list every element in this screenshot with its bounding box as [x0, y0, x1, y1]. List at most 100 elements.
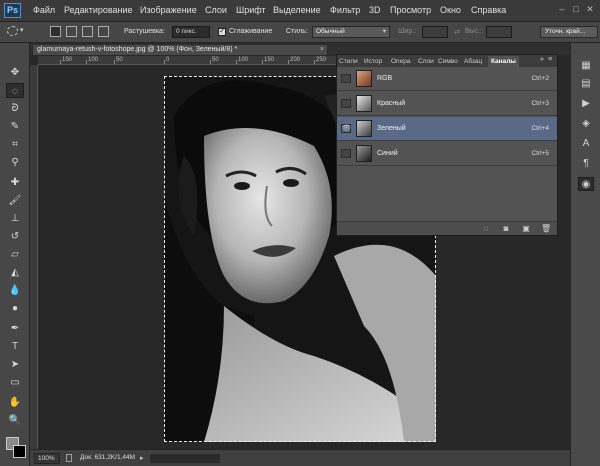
new-selection-icon[interactable]: [50, 26, 61, 37]
refine-edge-button[interactable]: Уточн. край...: [540, 26, 598, 38]
feather-label: Растушевка:: [124, 28, 165, 35]
close-icon[interactable]: ✕: [585, 4, 595, 14]
ruler-tick: [114, 60, 115, 64]
tool-preset-picker[interactable]: ▾: [6, 26, 28, 38]
paint-bucket-tool-icon[interactable]: ◭: [6, 265, 24, 280]
tab-history[interactable]: Истор: [364, 56, 382, 67]
status-menu-arrow-icon[interactable]: ▸: [140, 454, 144, 462]
minimize-icon[interactable]: –: [557, 4, 567, 14]
menu-file[interactable]: Файл: [33, 5, 55, 15]
history-brush-tool-icon[interactable]: ↺: [6, 229, 24, 244]
document-info-icon: [66, 454, 72, 462]
subtract-selection-icon[interactable]: [82, 26, 93, 37]
rectangle-tool-icon[interactable]: ▭: [6, 375, 24, 390]
tab-actions[interactable]: Опера: [391, 56, 410, 67]
trash-icon[interactable]: 🗑: [541, 224, 551, 234]
height-input[interactable]: [486, 26, 512, 38]
ruler-label: 100: [88, 57, 99, 63]
style-label: Стиль:: [286, 28, 308, 35]
quick-select-tool-icon[interactable]: ✎: [6, 119, 24, 134]
menu-layers[interactable]: Слои: [205, 5, 227, 15]
channel-shortcut: Ctrl+5: [531, 150, 549, 157]
channels-panel-icon[interactable]: ◉: [578, 177, 594, 191]
brush-tool-icon[interactable]: 🖌: [6, 193, 24, 208]
type-tool-icon[interactable]: T: [6, 339, 24, 354]
channel-row-green[interactable]: 👁 Зеленый Ctrl+4: [337, 117, 557, 141]
dodge-tool-icon[interactable]: ●: [6, 301, 24, 316]
load-selection-icon[interactable]: ◌: [481, 224, 491, 234]
menu-view[interactable]: Просмотр: [390, 5, 431, 15]
width-input[interactable]: [422, 26, 448, 38]
lasso-tool-icon[interactable]: ᘐ: [6, 101, 24, 116]
antialias-label: Сглаживание: [229, 28, 273, 35]
collapse-panel-icon[interactable]: »: [540, 56, 544, 63]
new-channel-icon[interactable]: ▣: [521, 224, 531, 234]
color-panel-icon[interactable]: ▦: [578, 59, 594, 73]
eraser-tool-icon[interactable]: ▱: [6, 247, 24, 262]
clone-stamp-tool-icon[interactable]: ⊥: [6, 211, 24, 226]
panel-menu-icon[interactable]: ≡: [548, 56, 552, 63]
path-select-tool-icon[interactable]: ➤: [6, 357, 24, 372]
paragraph-panel-icon[interactable]: ¶: [578, 157, 594, 171]
tab-paragraph[interactable]: Абзац: [464, 56, 482, 67]
move-tool-icon[interactable]: ✥: [6, 65, 24, 80]
visibility-toggle[interactable]: [341, 99, 351, 108]
add-to-selection-icon[interactable]: [66, 26, 77, 37]
blur-tool-icon[interactable]: 💧: [6, 283, 24, 298]
channel-thumbnail: [356, 95, 372, 112]
panel-tab-bar: Стили Истор Опера Слои Симво Абзац Канал…: [337, 55, 557, 67]
document-tab[interactable]: glamurnaya-retush-v-fotoshope.jpg @ 100%…: [32, 44, 328, 55]
healing-brush-tool-icon[interactable]: ✚: [6, 175, 24, 190]
ellipse-marquee-tool-icon[interactable]: ◌: [6, 83, 24, 98]
antialias-checkbox[interactable]: ✓: [218, 28, 226, 36]
swatches-panel-icon[interactable]: ▤: [578, 77, 594, 91]
ruler-tick: [210, 60, 211, 64]
ruler-label: 200: [290, 57, 301, 63]
eye-icon[interactable]: 👁: [341, 124, 351, 133]
channel-name: Синий: [377, 150, 398, 157]
maximize-icon[interactable]: □: [571, 4, 581, 14]
visibility-toggle[interactable]: [341, 149, 351, 158]
tab-styles[interactable]: Стили: [339, 56, 358, 67]
channel-thumbnail: [356, 120, 372, 137]
ruler-tick: [236, 60, 237, 64]
menu-select[interactable]: Выделение: [273, 5, 321, 15]
menu-help[interactable]: Справка: [471, 5, 506, 15]
eyedropper-tool-icon[interactable]: ⚲: [6, 155, 24, 170]
menu-3d[interactable]: 3D: [369, 5, 381, 15]
tab-channels[interactable]: Каналы: [488, 56, 519, 67]
document-size: Док: 631,2K/1,44M: [80, 454, 136, 461]
menu-window[interactable]: Окно: [440, 5, 461, 15]
close-tab-icon[interactable]: ×: [320, 45, 324, 55]
background-color-swatch[interactable]: [13, 445, 26, 458]
horizontal-scrollbar[interactable]: [150, 454, 220, 463]
style-select[interactable]: Обычный: [312, 26, 390, 38]
actions-panel-icon[interactable]: ▶: [578, 97, 594, 111]
photoshop-logo: Ps: [4, 3, 21, 18]
channel-shortcut: Ctrl+4: [531, 125, 549, 132]
channel-shortcut: Ctrl+2: [531, 75, 549, 82]
channel-row-red[interactable]: Красный Ctrl+3: [337, 92, 557, 116]
intersect-selection-icon[interactable]: [98, 26, 109, 37]
visibility-toggle[interactable]: [341, 74, 351, 83]
tab-layers[interactable]: Слои: [418, 56, 434, 67]
channel-row-rgb[interactable]: RGB Ctrl+2: [337, 67, 557, 91]
tab-character[interactable]: Симво: [438, 56, 458, 67]
channel-thumbnail: [356, 70, 372, 87]
channel-row-blue[interactable]: Синий Ctrl+5: [337, 142, 557, 166]
swap-dimensions-icon[interactable]: ⇄: [454, 28, 460, 36]
save-selection-icon[interactable]: ◙: [501, 224, 511, 234]
hand-tool-icon[interactable]: ✋: [6, 395, 24, 410]
ruler-label: 50: [212, 57, 219, 63]
crop-tool-icon[interactable]: ⌗: [6, 137, 24, 152]
menu-edit[interactable]: Редактирование: [64, 5, 133, 15]
character-panel-icon[interactable]: A: [578, 137, 594, 151]
layers-panel-icon[interactable]: ◈: [578, 117, 594, 131]
zoom-tool-icon[interactable]: 🔍: [6, 413, 24, 428]
menu-image[interactable]: Изображение: [140, 5, 197, 15]
menu-filter[interactable]: Фильтр: [330, 5, 360, 15]
pen-tool-icon[interactable]: ✒: [6, 321, 24, 336]
feather-input[interactable]: 0 пикс.: [172, 26, 210, 38]
zoom-level[interactable]: 100%: [34, 453, 60, 464]
menu-type[interactable]: Шрифт: [236, 5, 266, 15]
